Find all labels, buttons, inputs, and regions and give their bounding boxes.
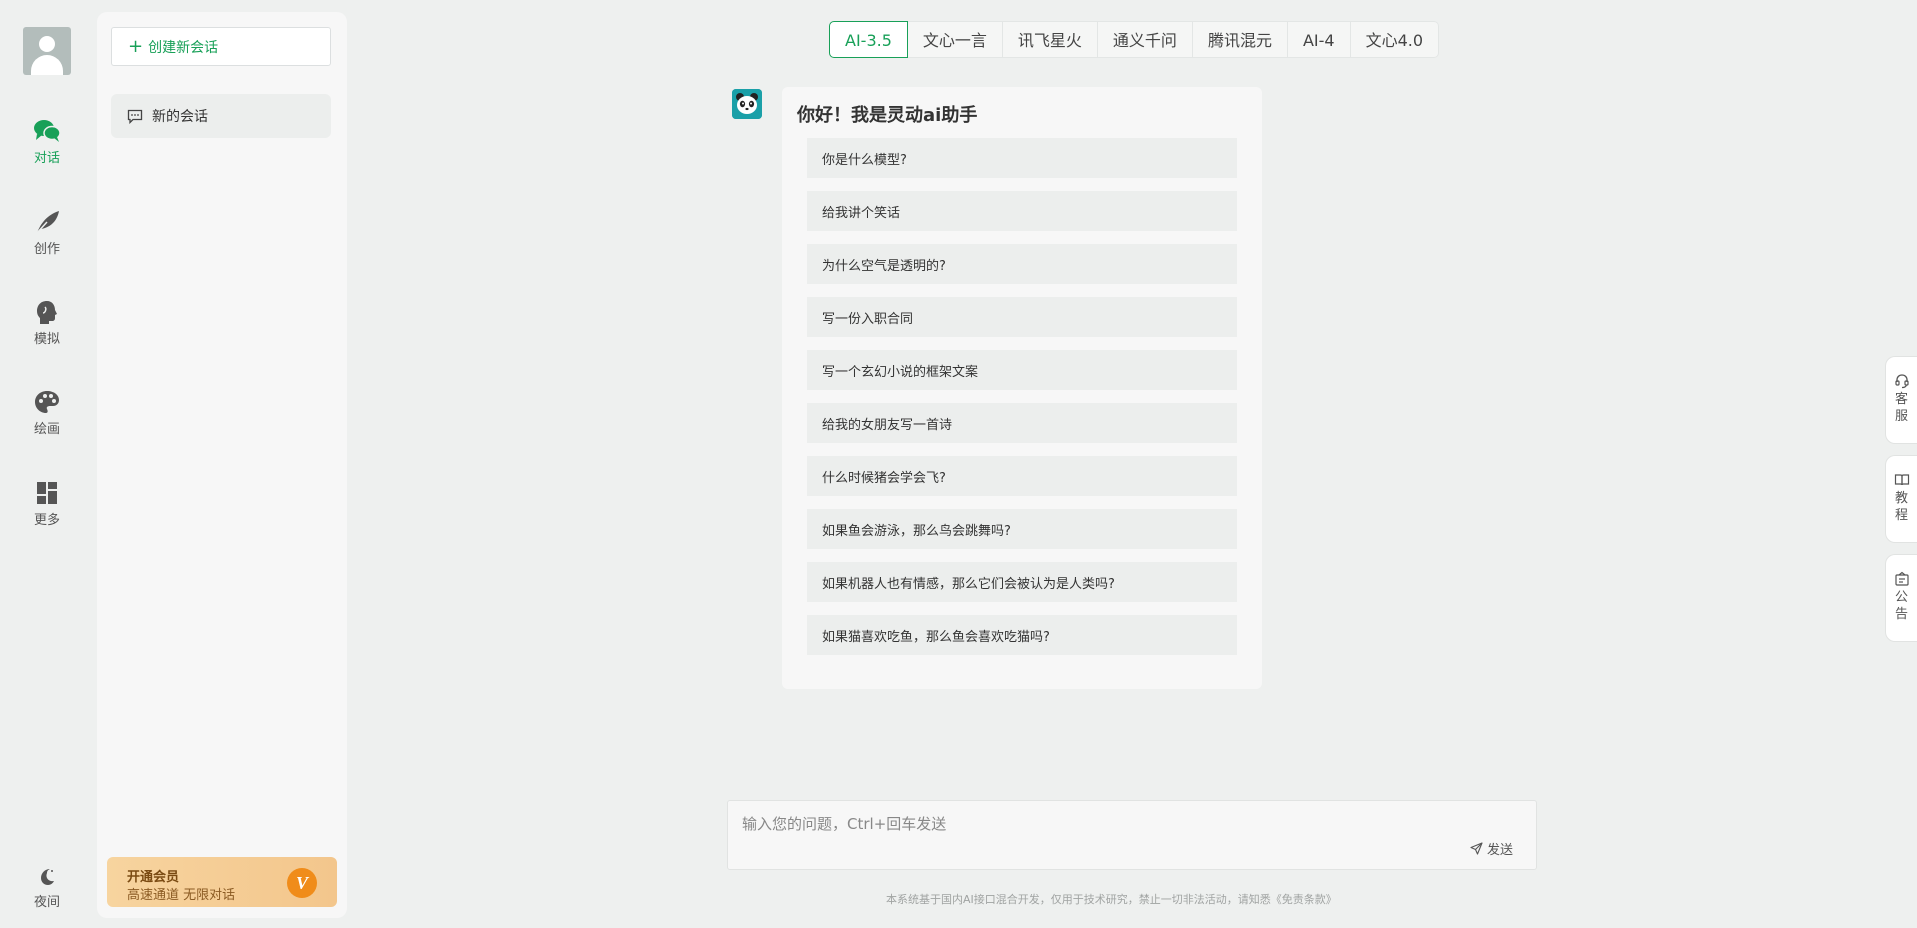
tab-model[interactable]: AI-3.5 <box>829 21 908 58</box>
chat-input[interactable] <box>742 813 1502 837</box>
palette-icon <box>35 391 59 413</box>
tab-model[interactable]: 文心4.0 <box>1350 21 1440 58</box>
feather-icon <box>35 211 59 235</box>
new-chat-label: 创建新会话 <box>148 39 219 56</box>
tab-model[interactable]: 讯飞星火 <box>1002 21 1098 58</box>
rail-item-chat[interactable]: 对话 <box>0 118 94 166</box>
session-panel: + 创建新会话 新的会话 开通会员 高速通道 无限对话 V <box>97 12 347 918</box>
suggested-question[interactable]: 如果机器人也有情感，那么它们会被认为是人类吗? <box>807 562 1237 602</box>
suggested-question[interactable]: 什么时候猪会学会飞? <box>807 456 1237 496</box>
suggested-question[interactable]: 写一个玄幻小说的框架文案 <box>807 350 1237 390</box>
vip-title: 开通会员 <box>127 870 180 885</box>
head-profile-icon <box>37 301 57 324</box>
night-mode-label: 夜间 <box>33 895 60 910</box>
rail-item-label: 对话 <box>33 151 60 166</box>
tab-model[interactable]: 通义千问 <box>1097 21 1193 58</box>
send-label: 发送 <box>1487 843 1514 858</box>
night-mode-toggle[interactable]: 夜间 <box>0 866 94 910</box>
session-label: 新的会话 <box>152 109 208 125</box>
notice-icon <box>1894 571 1909 586</box>
float-label: 教程 <box>1894 491 1908 523</box>
new-chat-button[interactable]: + 创建新会话 <box>111 27 331 66</box>
suggested-question[interactable]: 如果猫喜欢吃鱼，那么鱼会喜欢吃猫吗? <box>807 615 1237 655</box>
suggested-question[interactable]: 写一份入职合同 <box>807 297 1237 337</box>
panda-icon <box>732 89 762 119</box>
suggested-question[interactable]: 给我讲个笑话 <box>807 191 1237 231</box>
tab-model[interactable]: 腾讯混元 <box>1192 21 1288 58</box>
disclaimer-note: 本系统基于国内AI接口混合开发，仅用于技术研究，禁止一切非法活动，请知悉《免责条… <box>886 893 1337 906</box>
send-icon <box>1470 842 1483 855</box>
tutorial-button[interactable]: 教程 <box>1885 455 1917 543</box>
rail-item-more[interactable]: 更多 <box>0 480 94 528</box>
suggested-question[interactable]: 如果鱼会游泳，那么鸟会跳舞吗? <box>807 509 1237 549</box>
send-button[interactable]: 发送 <box>1470 839 1513 858</box>
left-rail: 对话 创作 模拟 绘画 更多 夜间 <box>0 0 94 928</box>
bot-avatar <box>732 89 762 119</box>
suggested-question[interactable]: 为什么空气是透明的? <box>807 244 1237 284</box>
moon-icon <box>41 869 54 885</box>
suggested-question[interactable]: 你是什么模型? <box>807 138 1237 178</box>
rail-item-label: 创作 <box>33 242 60 257</box>
rail-item-label: 绘画 <box>33 422 60 437</box>
user-avatar[interactable] <box>23 27 71 75</box>
rail-item-label: 模拟 <box>33 332 60 347</box>
chat-input-box: 发送 <box>727 800 1537 870</box>
plus-icon: + <box>128 35 144 57</box>
rail-item-simulate[interactable]: 模拟 <box>0 299 94 347</box>
vip-badge-icon: V <box>287 868 317 898</box>
vip-banner[interactable]: 开通会员 高速通道 无限对话 V <box>107 857 337 907</box>
float-label: 公告 <box>1894 590 1908 622</box>
rail-item-create[interactable]: 创作 <box>0 209 94 257</box>
vip-subtitle: 高速通道 无限对话 <box>127 888 236 903</box>
dashboard-grid-icon <box>37 482 57 504</box>
session-item[interactable]: 新的会话 <box>111 94 331 138</box>
rail-item-draw[interactable]: 绘画 <box>0 389 94 437</box>
float-label: 客服 <box>1894 392 1908 424</box>
customer-service-button[interactable]: 客服 <box>1885 356 1917 444</box>
headset-icon <box>1894 374 1909 389</box>
book-icon <box>1894 474 1909 486</box>
tab-model[interactable]: AI-4 <box>1287 21 1351 58</box>
message-icon <box>127 109 143 124</box>
welcome-card: 你好！我是灵动ai助手 你是什么模型? 给我讲个笑话 为什么空气是透明的? 写一… <box>782 87 1262 689</box>
rail-item-label: 更多 <box>33 513 60 528</box>
tab-model[interactable]: 文心一言 <box>907 21 1003 58</box>
chat-bubbles-icon <box>34 120 61 142</box>
model-tabs: AI-3.5 文心一言 讯飞星火 通义千问 腾讯混元 AI-4 文心4.0 <box>829 21 1440 58</box>
avatar-body-shape <box>31 55 63 75</box>
suggested-question[interactable]: 给我的女朋友写一首诗 <box>807 403 1237 443</box>
greeting-title: 你好！我是灵动ai助手 <box>797 105 978 126</box>
avatar-head-shape <box>39 36 55 52</box>
announcement-button[interactable]: 公告 <box>1885 554 1917 642</box>
